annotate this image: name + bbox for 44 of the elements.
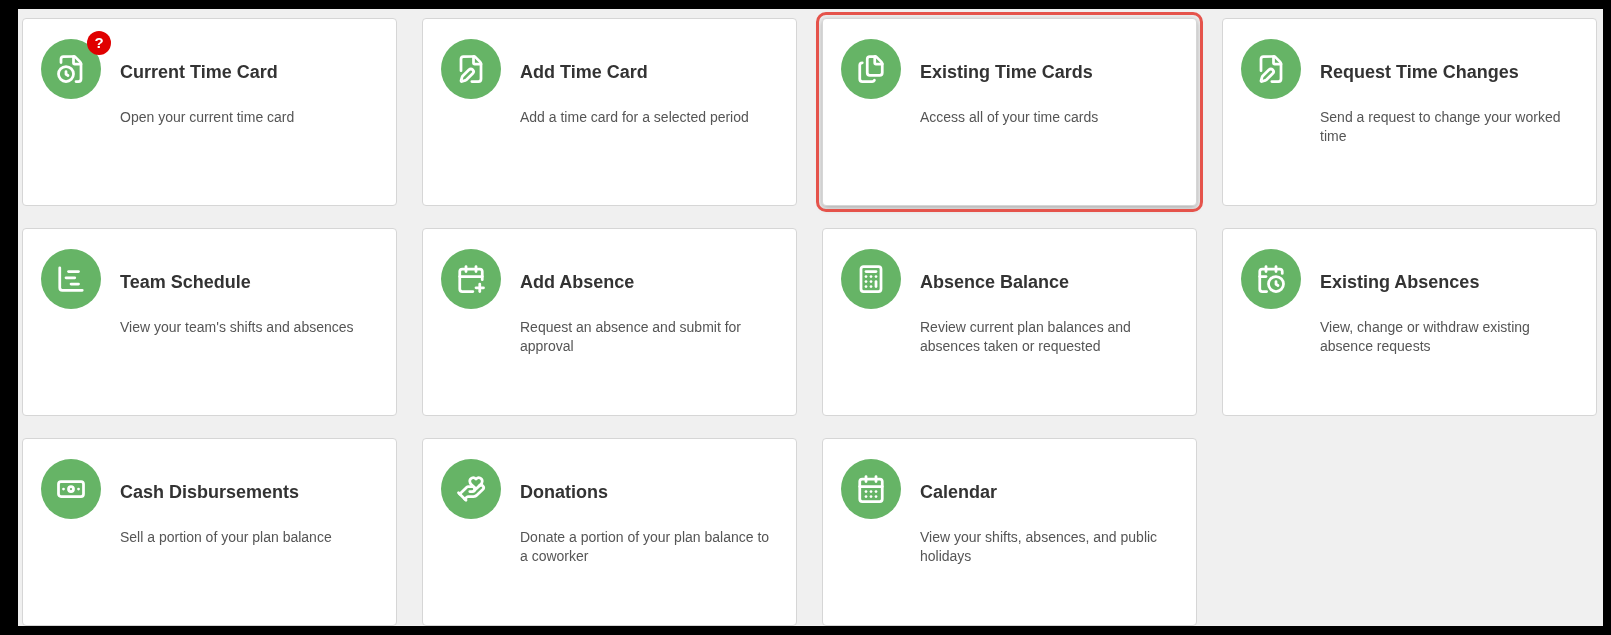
document-pen-icon — [441, 39, 501, 99]
calendar-icon — [841, 459, 901, 519]
tile-description: View your team's shifts and absences — [120, 318, 354, 337]
tile-title: Team Schedule — [120, 271, 252, 293]
tile-description: View, change or withdraw existing absence requests — [1320, 318, 1531, 356]
tile-card[interactable]: Existing Absences View, change or withdraw existing absence requests — [1222, 228, 1597, 416]
tile-card[interactable]: Add Absence Request an absence and submit for approval — [422, 228, 797, 416]
document-pen-icon — [1241, 39, 1301, 99]
tile-card[interactable]: Calendar View your shifts, absences, and public holidays — [822, 438, 1197, 626]
tile-card[interactable]: Request Time Changes Send a request to change your worked time — [1222, 18, 1597, 206]
tile-title: Request Time Changes — [1320, 61, 1520, 83]
tile-title: Calendar — [920, 481, 999, 503]
tile-description: Request an absence and submit for approval — [520, 318, 743, 356]
calculator-icon — [841, 249, 901, 309]
hand-icon — [441, 459, 501, 519]
help-badge: ? — [87, 31, 111, 55]
tile-title: Absence Balance — [920, 271, 1071, 293]
calendar-clock-icon — [1241, 249, 1301, 309]
tile-title: Add Time Card — [520, 61, 649, 83]
tile-description: Access all of your time cards — [920, 108, 1099, 127]
tile-description: Sell a portion of your plan balance — [120, 528, 332, 547]
tile-description: View your shifts, absences, and public holidays — [920, 528, 1159, 566]
tile-card[interactable]: Absence Balance Review current plan balances and absences taken or requested — [822, 228, 1197, 416]
tile-title: Existing Time Cards — [920, 61, 1094, 83]
tile-title: Existing Absences — [1320, 271, 1481, 293]
document-clock-icon — [41, 39, 101, 99]
tile-card[interactable]: Donations Donate a portion of your plan balance to a coworker — [422, 438, 797, 626]
tile-description: Open your current time card — [120, 108, 295, 127]
tile-title: Donations — [520, 481, 609, 503]
tile-title: Add Absence — [520, 271, 636, 293]
tile-card[interactable]: ? Current Time Card Open your current time card — [22, 18, 397, 206]
gantt-chart-icon — [41, 249, 101, 309]
tile-description: Add a time card for a selected period — [520, 108, 749, 127]
tile-description: Donate a portion of your plan balance to a coworker — [520, 528, 770, 566]
documents-icon — [841, 39, 901, 99]
tile-description: Review current plan balances and absences taken or requested — [920, 318, 1132, 356]
tile-description: Send a request to change your worked time — [1320, 108, 1562, 146]
tile-title: Current Time Card — [120, 61, 279, 83]
banknote-icon — [41, 459, 101, 519]
calendar-plus-icon — [441, 249, 501, 309]
tile-card[interactable]: Cash Disbursements Sell a portion of your plan balance — [22, 438, 397, 626]
tile-card[interactable]: Team Schedule View your team's shifts and absences — [22, 228, 397, 416]
tile-card[interactable]: Add Time Card Add a time card for a selected period — [422, 18, 797, 206]
tile-title: Cash Disbursements — [120, 481, 301, 503]
